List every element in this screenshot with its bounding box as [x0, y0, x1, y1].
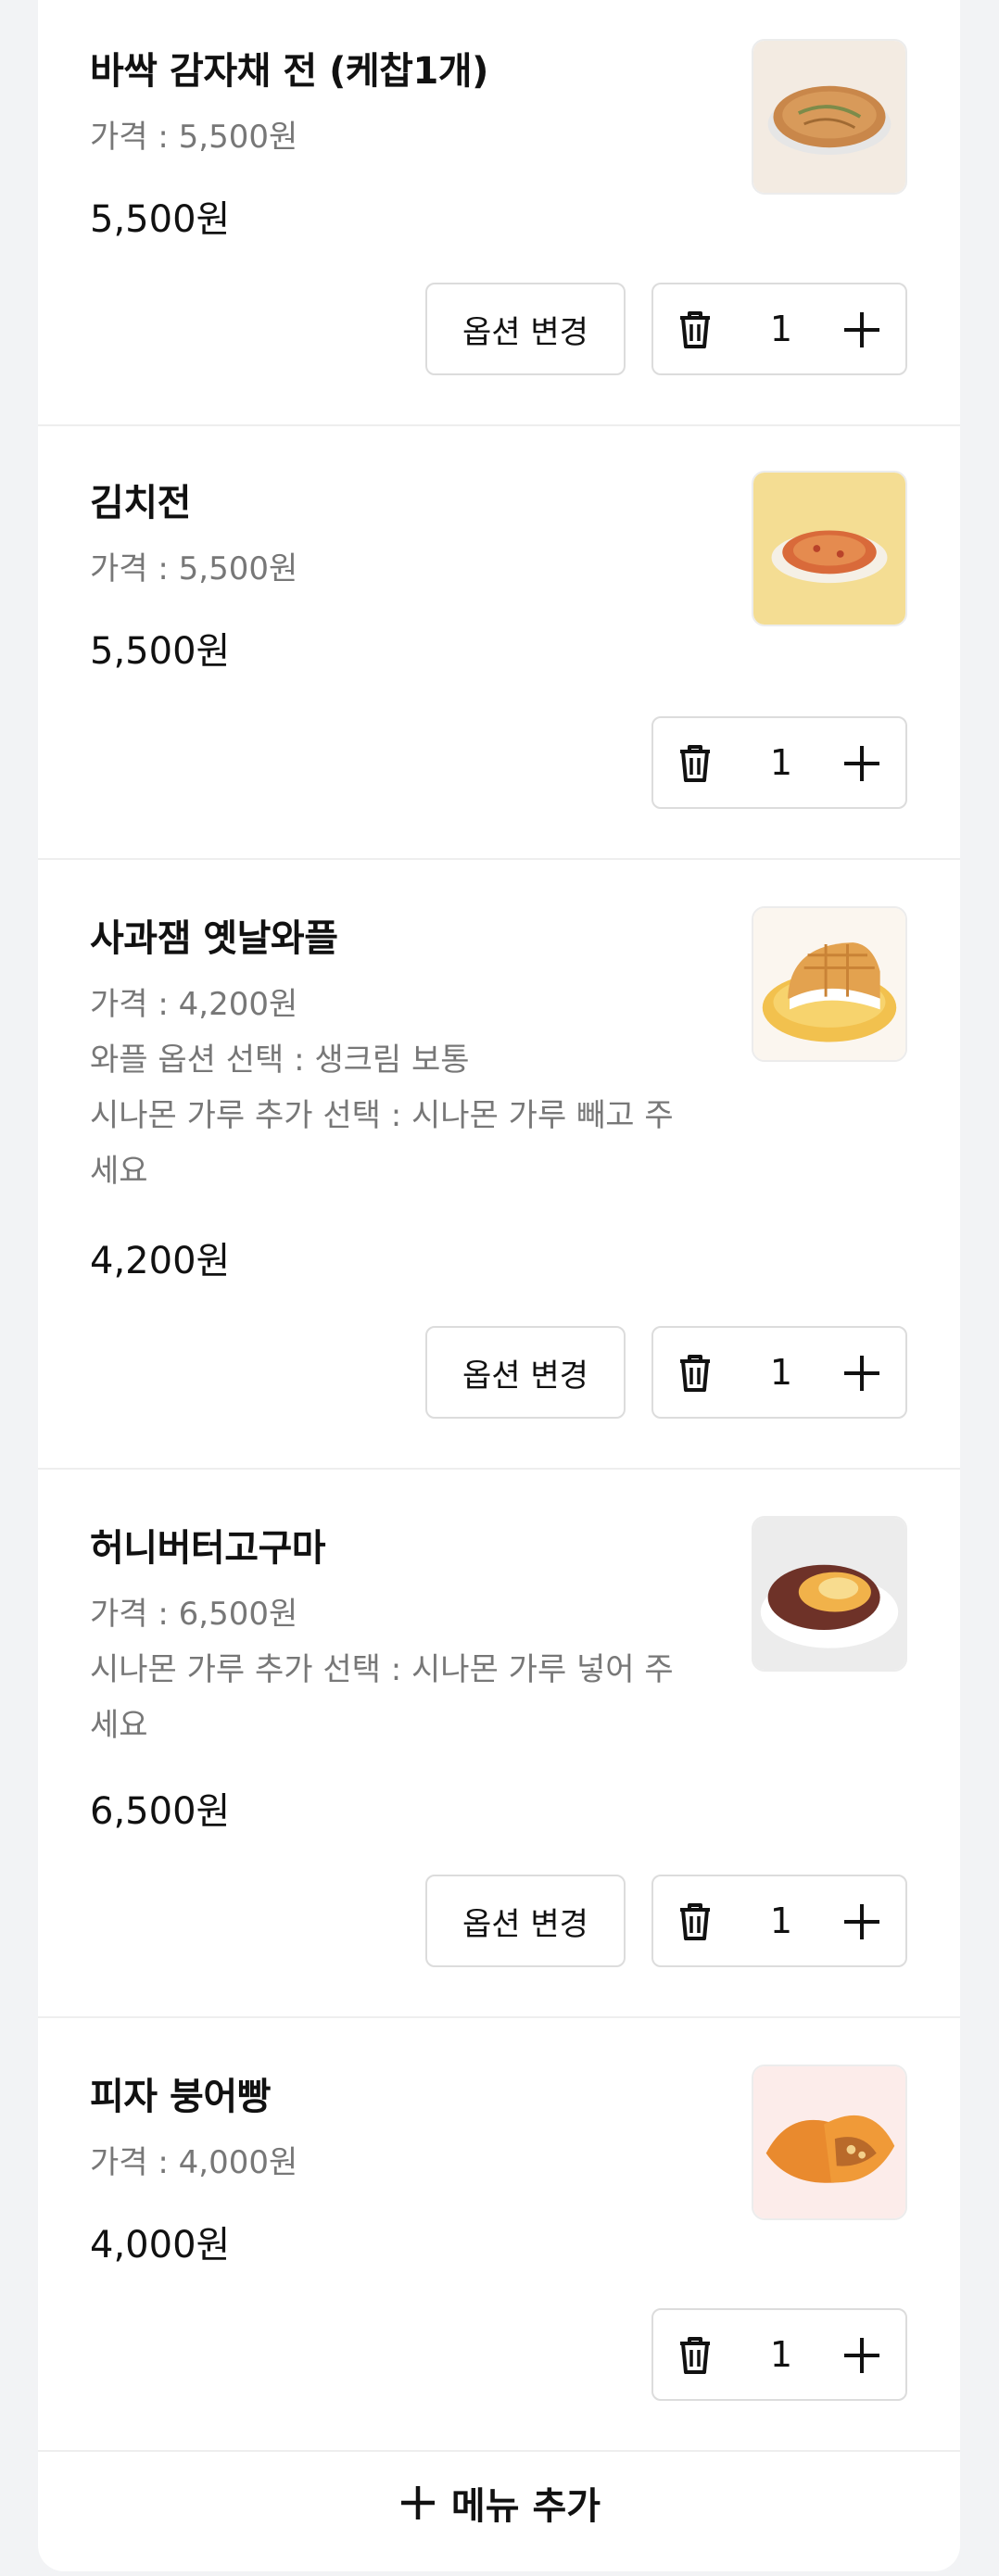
quantity-stepper: 1 — [651, 716, 907, 809]
quantity-value: 1 — [769, 1352, 793, 1393]
item-price-label: 가격 : 5,500원 — [90, 550, 298, 587]
trash-icon[interactable] — [672, 740, 718, 787]
trash-icon[interactable] — [672, 2332, 718, 2379]
plus-icon[interactable] — [839, 1350, 885, 1396]
item-name: 바싹 감자채 전 (케찹1개) — [90, 50, 488, 93]
item-name: 사과잼 옛날와플 — [90, 917, 338, 960]
quantity-value: 1 — [769, 2334, 793, 2375]
item-price-label: 가격 : 6,500원 — [90, 1596, 298, 1633]
item-total: 6,500원 — [90, 1790, 231, 1833]
item-total: 4,000원 — [90, 2224, 231, 2267]
item-details: 가격 : 5,500원 — [90, 541, 739, 597]
trash-icon[interactable] — [672, 307, 718, 353]
item-option: 시나몬 가루 추가 선택 : 시나몬 가루 빼고 주 — [90, 1097, 674, 1134]
item-option: 세요 — [90, 1707, 148, 1744]
add-menu-button[interactable]: 메뉴 추가 — [38, 2452, 960, 2554]
waffle-image — [752, 906, 907, 1062]
plus-icon[interactable] — [839, 740, 885, 787]
change-option-button[interactable]: 옵션 변경 — [425, 283, 626, 375]
item-name: 허니버터고구마 — [90, 1527, 326, 1570]
cart-item: 김치전 가격 : 5,500원 5,500원 1 — [38, 426, 960, 860]
item-details: 가격 : 5,500원 — [90, 109, 739, 165]
quantity-value: 1 — [769, 1900, 793, 1941]
cart-item: 바싹 감자채 전 (케찹1개) 가격 : 5,500원 5,500원 옵션 변경… — [38, 0, 960, 426]
item-total: 5,500원 — [90, 198, 231, 241]
quantity-stepper: 1 — [651, 1326, 907, 1419]
quantity-stepper: 1 — [651, 283, 907, 375]
item-name: 김치전 — [90, 482, 191, 524]
sweet-potato-image — [752, 1516, 907, 1672]
plus-icon — [400, 2486, 435, 2519]
add-menu-label: 메뉴 추가 — [450, 2485, 601, 2528]
item-price-label: 가격 : 5,500원 — [90, 119, 298, 156]
potato-pancake-image — [752, 39, 907, 195]
plus-icon[interactable] — [839, 2332, 885, 2379]
cart-item: 사과잼 옛날와플 가격 : 4,200원 와플 옵션 선택 : 생크림 보통 시… — [38, 860, 960, 1470]
item-option: 시나몬 가루 추가 선택 : 시나몬 가루 넣어 주 — [90, 1651, 674, 1688]
item-price-label: 가격 : 4,200원 — [90, 986, 298, 1023]
plus-icon[interactable] — [839, 1899, 885, 1945]
item-total: 5,500원 — [90, 630, 231, 673]
quantity-value: 1 — [769, 309, 793, 349]
item-option: 세요 — [90, 1153, 148, 1190]
cart-item: 허니버터고구마 가격 : 6,500원 시나몬 가루 추가 선택 : 시나몬 가… — [38, 1470, 960, 2018]
item-details: 가격 : 6,500원 시나몬 가루 추가 선택 : 시나몬 가루 넣어 주 세… — [90, 1586, 739, 1753]
quantity-value: 1 — [769, 742, 793, 783]
fish-bread-image — [752, 2065, 907, 2220]
change-option-button[interactable]: 옵션 변경 — [425, 1326, 626, 1419]
item-details: 가격 : 4,200원 와플 옵션 선택 : 생크림 보통 시나몬 가루 추가 … — [90, 977, 739, 1199]
quantity-stepper: 1 — [651, 1875, 907, 1967]
item-name: 피자 붕어빵 — [90, 2076, 271, 2118]
item-price-label: 가격 : 4,000원 — [90, 2144, 298, 2181]
trash-icon[interactable] — [672, 1899, 718, 1945]
item-total: 4,200원 — [90, 1240, 231, 1282]
plus-icon[interactable] — [839, 307, 885, 353]
quantity-stepper: 1 — [651, 2308, 907, 2401]
trash-icon[interactable] — [672, 1350, 718, 1396]
cart-item: 피자 붕어빵 가격 : 4,000원 4,000원 1 — [38, 2018, 960, 2452]
item-option: 와플 옵션 선택 : 생크림 보통 — [90, 1042, 470, 1079]
kimchi-pancake-image — [752, 471, 907, 626]
change-option-button[interactable]: 옵션 변경 — [425, 1875, 626, 1967]
item-details: 가격 : 4,000원 — [90, 2135, 739, 2191]
